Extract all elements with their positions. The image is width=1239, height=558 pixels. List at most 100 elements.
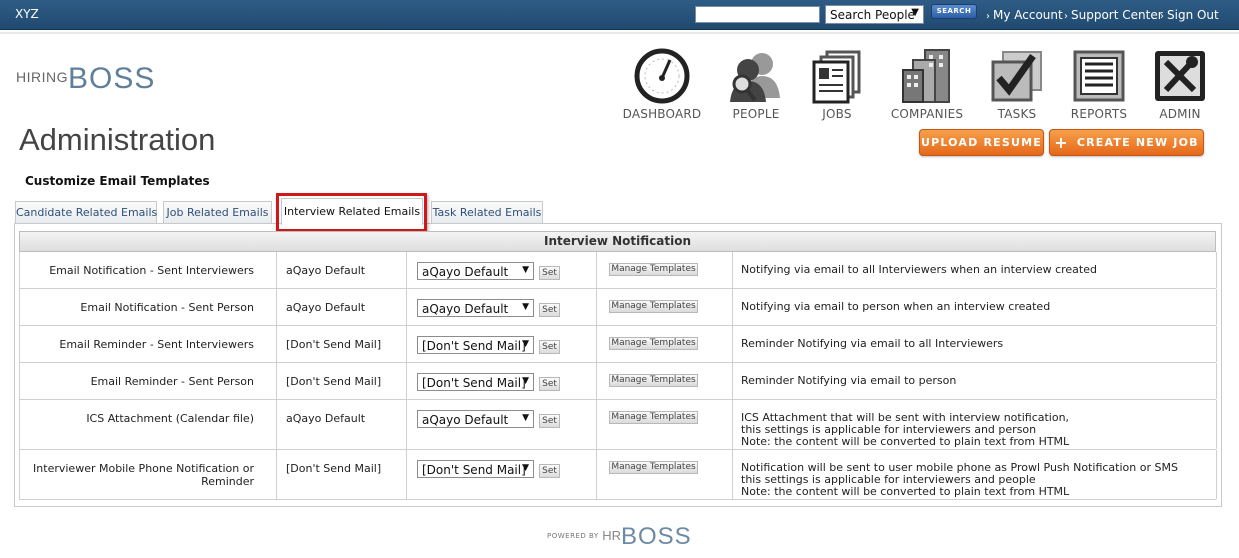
template-description: Reminder Notifying via email to person <box>733 363 1217 399</box>
template-select-value: aQayo Default <box>422 302 509 316</box>
template-select-value: [Don't Send Mail] <box>422 463 526 477</box>
template-name: Interviewer Mobile Phone Notification or… <box>20 450 277 499</box>
current-template: [Don't Send Mail] <box>277 326 407 362</box>
nav-dashboard[interactable]: DASHBOARD <box>617 48 707 121</box>
tab-job-related-emails[interactable]: Job Related Emails <box>163 201 272 223</box>
section-title: Customize Email Templates <box>25 174 210 188</box>
template-select-cell: [Don't Send Mail] ▼ Set <box>407 450 597 499</box>
admin-tools-icon <box>1155 51 1205 101</box>
template-select-value: [Don't Send Mail] <box>422 376 526 390</box>
set-button[interactable]: Set <box>539 303 560 317</box>
footer-brand-small: HR <box>602 528 621 543</box>
page-title: Administration <box>19 122 216 157</box>
hiringboss-logo[interactable]: HIRINGBOSS <box>16 62 155 96</box>
chevron-right-icon: › <box>986 11 990 22</box>
manage-cell: Manage Templates <box>597 450 733 499</box>
template-description: Notification will be sent to user mobile… <box>733 450 1217 499</box>
nav-reports[interactable]: REPORTS <box>1054 48 1144 121</box>
manage-cell: Manage Templates <box>597 252 733 288</box>
table-row: Email Notification - Sent Person aQayo D… <box>20 289 1217 326</box>
create-new-job-label: CREATE NEW JOB <box>1076 136 1199 149</box>
table-row: Email Notification - Sent Interviewers a… <box>20 252 1217 289</box>
nav-people[interactable]: PEOPLE <box>711 48 801 121</box>
active-tab-highlight <box>276 193 427 232</box>
nav-admin-label: ADMIN <box>1159 107 1201 121</box>
set-button[interactable]: Set <box>539 340 560 354</box>
my-account-label: My Account <box>993 8 1063 22</box>
set-button[interactable]: Set <box>539 414 560 428</box>
dropdown-arrow-icon: ▼ <box>522 265 529 275</box>
template-name: Email Reminder - Sent Person <box>20 363 277 399</box>
nav-jobs[interactable]: JOBS <box>792 48 882 121</box>
template-select-cell: aQayo Default ▼ Set <box>407 289 597 325</box>
search-button[interactable]: SEARCH <box>931 4 977 19</box>
nav-people-label: PEOPLE <box>732 107 780 121</box>
manage-templates-button[interactable]: Manage Templates <box>609 263 698 276</box>
table-heading: Interview Notification <box>19 231 1216 252</box>
search-input[interactable] <box>695 6 820 23</box>
nav-jobs-label: JOBS <box>822 107 852 121</box>
search-scope-select[interactable]: Search People ▼ <box>825 5 924 24</box>
set-button[interactable]: Set <box>539 377 560 391</box>
nav-tasks[interactable]: TASKS <box>972 48 1062 121</box>
tasks-checkmark-icon <box>991 51 1042 102</box>
manage-cell: Manage Templates <box>597 363 733 399</box>
upload-resume-button[interactable]: UPLOAD RESUME <box>919 129 1044 156</box>
tab-task-related-emails[interactable]: Task Related Emails <box>431 201 543 223</box>
dropdown-arrow-icon: ▼ <box>522 339 529 349</box>
template-select[interactable]: [Don't Send Mail] ▼ <box>417 336 534 354</box>
top-bar: XYZ Search People ▼ SEARCH › My Account ›… <box>0 0 1239 30</box>
logo-small-text: HIRING <box>16 69 68 85</box>
reports-document-icon <box>1073 50 1125 102</box>
create-new-job-button[interactable]: + CREATE NEW JOB <box>1049 129 1204 156</box>
template-select-cell: aQayo Default ▼ Set <box>407 400 597 449</box>
template-select[interactable]: aQayo Default ▼ <box>417 410 534 428</box>
current-template: [Don't Send Mail] <box>277 450 407 499</box>
template-select-value: [Don't Send Mail] <box>422 339 526 353</box>
table-row: Interviewer Mobile Phone Notification or… <box>20 450 1217 500</box>
support-center-link[interactable]: › Support Center <box>1064 8 1163 22</box>
template-select-cell: [Don't Send Mail] ▼ Set <box>407 326 597 362</box>
manage-cell: Manage Templates <box>597 326 733 362</box>
nav-reports-label: REPORTS <box>1070 107 1128 121</box>
search-scope-value: Search People <box>830 8 915 22</box>
my-account-link[interactable]: › My Account <box>986 8 1063 22</box>
jobs-cards-icon <box>812 50 861 104</box>
template-select[interactable]: [Don't Send Mail] ▼ <box>417 460 534 478</box>
manage-templates-button[interactable]: Manage Templates <box>609 461 698 474</box>
dropdown-arrow-icon: ▼ <box>522 413 529 423</box>
template-select[interactable]: aQayo Default ▼ <box>417 299 534 317</box>
sign-out-label: Sign Out <box>1167 8 1219 22</box>
dropdown-arrow-icon: ▼ <box>522 302 529 312</box>
table-row: ICS Attachment (Calendar file) aQayo Def… <box>20 400 1217 450</box>
manage-templates-button[interactable]: Manage Templates <box>609 374 698 387</box>
dropdown-arrow-icon: ▼ <box>522 463 529 473</box>
template-description: Notifying via email to person when an in… <box>733 289 1217 325</box>
companies-buildings-icon <box>902 49 950 103</box>
manage-templates-button[interactable]: Manage Templates <box>609 300 698 313</box>
dropdown-arrow-icon: ▼ <box>911 7 919 18</box>
current-template: aQayo Default <box>277 289 407 325</box>
template-select[interactable]: aQayo Default ▼ <box>417 262 534 280</box>
tab-candidate-related-emails[interactable]: Candidate Related Emails <box>15 201 157 223</box>
header-divider <box>0 32 1239 34</box>
people-icon <box>730 53 780 102</box>
template-select[interactable]: [Don't Send Mail] ▼ <box>417 373 534 391</box>
set-button[interactable]: Set <box>539 464 560 478</box>
support-center-label: Support Center <box>1071 8 1163 22</box>
manage-cell: Manage Templates <box>597 289 733 325</box>
nav-tasks-label: TASKS <box>997 107 1037 121</box>
table-row: Email Reminder - Sent Interviewers [Don'… <box>20 326 1217 363</box>
chevron-right-icon: › <box>1064 11 1068 22</box>
template-description: Notifying via email to all Interviewers … <box>733 252 1217 288</box>
manage-templates-button[interactable]: Manage Templates <box>609 337 698 350</box>
templates-table: Email Notification - Sent Interviewers a… <box>19 252 1217 500</box>
manage-cell: Manage Templates <box>597 400 733 449</box>
set-button[interactable]: Set <box>539 266 560 280</box>
nav-admin[interactable]: ADMIN <box>1135 48 1225 121</box>
sign-out-link[interactable]: › Sign Out <box>1160 8 1219 22</box>
manage-templates-button[interactable]: Manage Templates <box>609 411 698 424</box>
logo-big-text: BOSS <box>68 62 156 95</box>
template-select-cell: aQayo Default ▼ Set <box>407 252 597 288</box>
nav-companies[interactable]: COMPANIES <box>882 48 972 121</box>
